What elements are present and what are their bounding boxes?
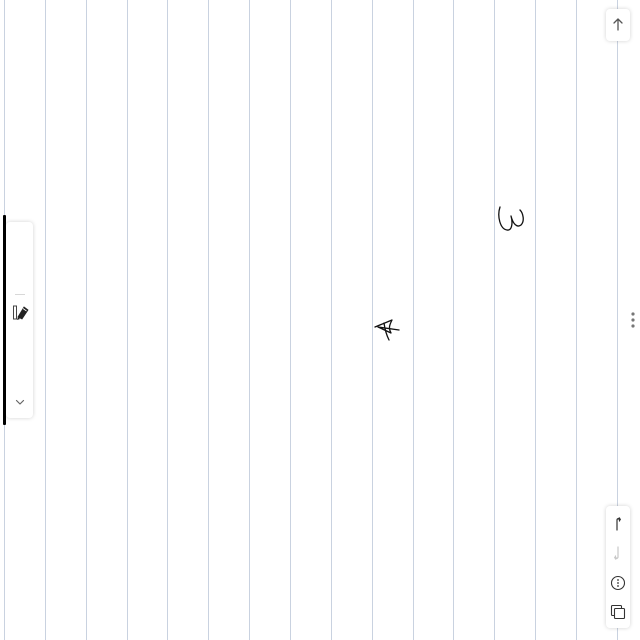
- handwritten-4: [374, 319, 400, 341]
- toolbar-divider: [15, 294, 25, 295]
- handwritten-3: [498, 206, 524, 231]
- chevron-down-icon: [15, 399, 25, 405]
- arrow-up-icon: [613, 18, 623, 31]
- side-menu-button[interactable]: [630, 310, 636, 330]
- pen-icon: [13, 305, 29, 320]
- handwriting-layer: [374, 206, 524, 341]
- note-canvas[interactable]: [0, 0, 640, 640]
- pages-icon: [610, 604, 626, 620]
- redo-button[interactable]: [610, 545, 626, 561]
- undo-icon: [616, 517, 621, 531]
- right-toolbar: [606, 506, 630, 628]
- scroll-to-top-button[interactable]: [606, 9, 630, 41]
- redo-icon: [614, 546, 619, 560]
- left-toolbar: [6, 222, 33, 418]
- more-options-button[interactable]: [610, 575, 626, 591]
- undo-button[interactable]: [610, 516, 626, 532]
- more-options-icon: [610, 575, 626, 591]
- collapse-toolbar-button[interactable]: [13, 395, 27, 409]
- pages-button[interactable]: [610, 604, 626, 620]
- kebab-icon: [631, 312, 635, 328]
- pen-tool-button[interactable]: [12, 304, 30, 322]
